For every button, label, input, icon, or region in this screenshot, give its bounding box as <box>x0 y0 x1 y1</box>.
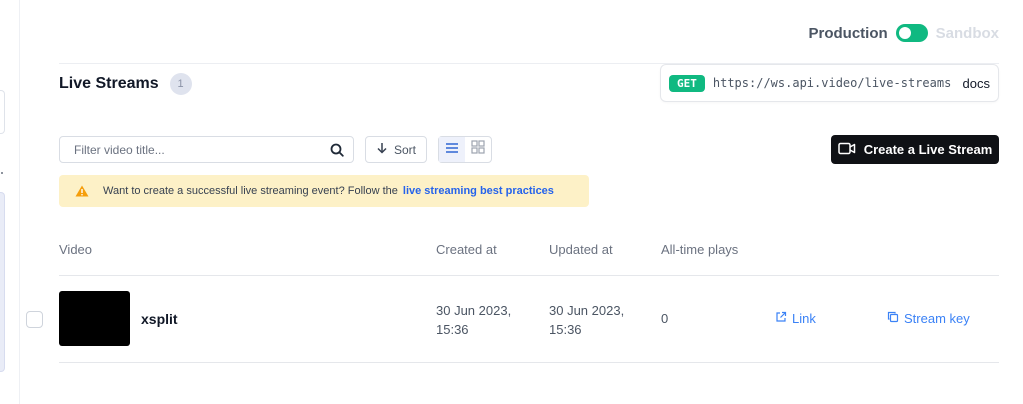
updated-time: 15:36 <box>549 322 582 337</box>
sort-label: Sort <box>393 142 416 157</box>
search-icon[interactable] <box>329 142 345 158</box>
http-method-badge: GET <box>669 74 705 92</box>
page-header: Live Streams 1 <box>59 70 192 98</box>
production-label[interactable]: Production <box>808 25 887 42</box>
created-time: 15:36 <box>436 322 469 337</box>
page-title: Live Streams <box>59 75 159 92</box>
view-mode-toggle <box>438 136 492 163</box>
column-header-created[interactable]: Created at <box>436 242 497 257</box>
create-live-stream-button[interactable]: Create a Live Stream <box>831 135 999 164</box>
api-endpoint-url[interactable]: https://ws.api.video/live-streams <box>713 76 951 90</box>
all-time-plays: 0 <box>661 311 669 326</box>
arrow-down-icon <box>376 142 388 157</box>
link-button[interactable]: Link <box>775 311 816 326</box>
link-label: Link <box>792 311 816 326</box>
best-practices-alert: Want to create a successful live streami… <box>59 175 589 207</box>
column-header-plays[interactable]: All-time plays <box>661 242 738 257</box>
alert-text: Want to create a successful live streami… <box>103 185 398 197</box>
search-input[interactable] <box>74 142 329 157</box>
api-endpoint-box[interactable]: GET https://ws.api.video/live-streams do… <box>660 64 999 102</box>
list-icon <box>445 141 459 159</box>
environment-switch[interactable] <box>895 24 928 42</box>
list-view-button[interactable] <box>439 137 465 162</box>
warning-icon <box>75 185 89 197</box>
live-streams-page: Production Sandbox Live Streams 1 GET ht… <box>0 0 1023 404</box>
sidebar-collapsed-tab[interactable] <box>0 90 5 134</box>
count-badge: 1 <box>169 73 192 95</box>
table-header-divider <box>59 275 999 276</box>
search-box <box>59 136 354 163</box>
video-camera-icon <box>837 142 856 158</box>
grid-icon <box>471 140 485 159</box>
sandbox-label[interactable]: Sandbox <box>936 25 999 42</box>
sort-button[interactable]: Sort <box>365 136 427 163</box>
updated-date: 30 Jun 2023, <box>549 303 625 318</box>
created-at-cell: 30 Jun 2023, 15:36 <box>436 301 532 339</box>
sidebar-dot <box>1 172 3 174</box>
row-checkbox[interactable] <box>26 311 43 328</box>
stream-key-button[interactable]: Stream key <box>887 311 970 326</box>
switch-knob <box>898 27 911 39</box>
docs-link[interactable]: docs <box>963 76 990 91</box>
create-live-stream-label: Create a Live Stream <box>863 142 993 157</box>
video-thumbnail[interactable] <box>59 291 130 346</box>
updated-at-cell: 30 Jun 2023, 15:36 <box>549 301 645 339</box>
column-header-video[interactable]: Video <box>59 242 92 257</box>
column-header-updated[interactable]: Updated at <box>549 242 613 257</box>
copy-icon <box>887 311 899 326</box>
environment-toggle: Production Sandbox <box>808 24 999 42</box>
external-link-icon <box>775 311 787 326</box>
best-practices-link[interactable]: live streaming best practices <box>403 185 554 197</box>
sidebar-panel-edge <box>0 192 5 372</box>
row-divider <box>59 362 999 363</box>
video-title[interactable]: xsplit <box>141 311 178 327</box>
created-date: 30 Jun 2023, <box>436 303 512 318</box>
stream-key-label: Stream key <box>904 311 970 326</box>
grid-view-button[interactable] <box>465 137 491 162</box>
